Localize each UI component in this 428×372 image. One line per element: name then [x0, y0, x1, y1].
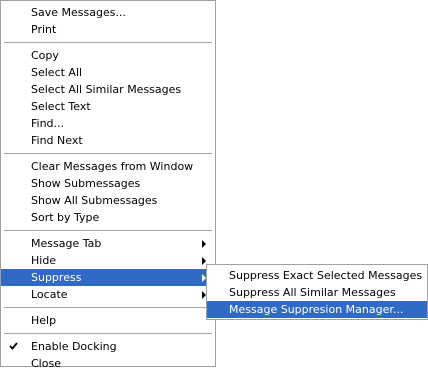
menu-item-label: Message Tab: [31, 237, 102, 250]
submenu-item-label: Suppress All Similar Messages: [229, 286, 396, 299]
menu-separator: [4, 153, 212, 154]
arrow-right-icon: [202, 240, 206, 248]
suppress-submenu: Suppress Exact Selected Messages Suppres…: [206, 264, 428, 320]
menu-item-label: Select All Similar Messages: [31, 83, 182, 96]
menu-item-label: Close: [31, 357, 61, 370]
menu-separator: [4, 230, 212, 231]
menu-item-select-text[interactable]: Select Text: [1, 98, 215, 115]
menu-separator: [4, 307, 212, 308]
menu-item-select-all[interactable]: Select All: [1, 64, 215, 81]
menu-item-print[interactable]: Print: [1, 21, 215, 38]
menu-item-close[interactable]: Close: [1, 355, 215, 372]
menu-item-find[interactable]: Find...: [1, 115, 215, 132]
menu-item-help[interactable]: Help: [1, 312, 215, 329]
menu-item-label: Clear Messages from Window: [31, 160, 194, 173]
menu-item-message-tab[interactable]: Message Tab: [1, 235, 215, 252]
menu-item-label: Sort by Type: [31, 211, 100, 224]
menu-item-label: Suppress: [31, 271, 82, 284]
menu-item-locate[interactable]: Locate: [1, 286, 215, 303]
menu-item-select-all-similar-messages[interactable]: Select All Similar Messages: [1, 81, 215, 98]
menu-item-save-messages[interactable]: Save Messages...: [1, 4, 215, 21]
submenu-item-label: Message Suppresion Manager...: [229, 303, 404, 316]
context-menu: Save Messages... Print Copy Select All S…: [0, 0, 216, 370]
menu-item-copy[interactable]: Copy: [1, 47, 215, 64]
menu-item-label: Show All Submessages: [31, 194, 158, 207]
submenu-item-suppress-all-similar-messages[interactable]: Suppress All Similar Messages: [207, 284, 427, 301]
menu-item-label: Select All: [31, 66, 83, 79]
menu-item-label: Help: [31, 314, 57, 327]
menu-item-label: Hide: [31, 254, 57, 267]
menu-item-find-next[interactable]: Find Next: [1, 132, 215, 149]
menu-separator: [4, 333, 212, 334]
submenu-item-label: Suppress Exact Selected Messages: [229, 269, 423, 282]
menu-item-label: Find...: [31, 117, 65, 130]
menu-item-label: Print: [31, 23, 57, 36]
menu-item-show-submessages[interactable]: Show Submessages: [1, 175, 215, 192]
submenu-item-suppress-exact-selected-messages[interactable]: Suppress Exact Selected Messages: [207, 267, 427, 284]
menu-item-sort-by-type[interactable]: Sort by Type: [1, 209, 215, 226]
menu-item-label: Copy: [31, 49, 59, 62]
menu-item-enable-docking[interactable]: Enable Docking: [1, 338, 215, 355]
menu-item-label: Find Next: [31, 134, 83, 147]
menu-item-clear-messages-from-window[interactable]: Clear Messages from Window: [1, 158, 215, 175]
menu-item-label: Enable Docking: [31, 340, 117, 353]
menu-item-label: Select Text: [31, 100, 91, 113]
checkmark-icon: [9, 338, 21, 355]
submenu-item-message-suppresion-manager[interactable]: Message Suppresion Manager...: [207, 301, 427, 318]
menu-item-suppress[interactable]: Suppress: [1, 269, 215, 286]
menu-item-hide[interactable]: Hide: [1, 252, 215, 269]
menu-item-show-all-submessages[interactable]: Show All Submessages: [1, 192, 215, 209]
menu-item-label: Locate: [31, 288, 68, 301]
menu-item-label: Save Messages...: [31, 6, 126, 19]
menu-item-label: Show Submessages: [31, 177, 141, 190]
menu-separator: [4, 42, 212, 43]
